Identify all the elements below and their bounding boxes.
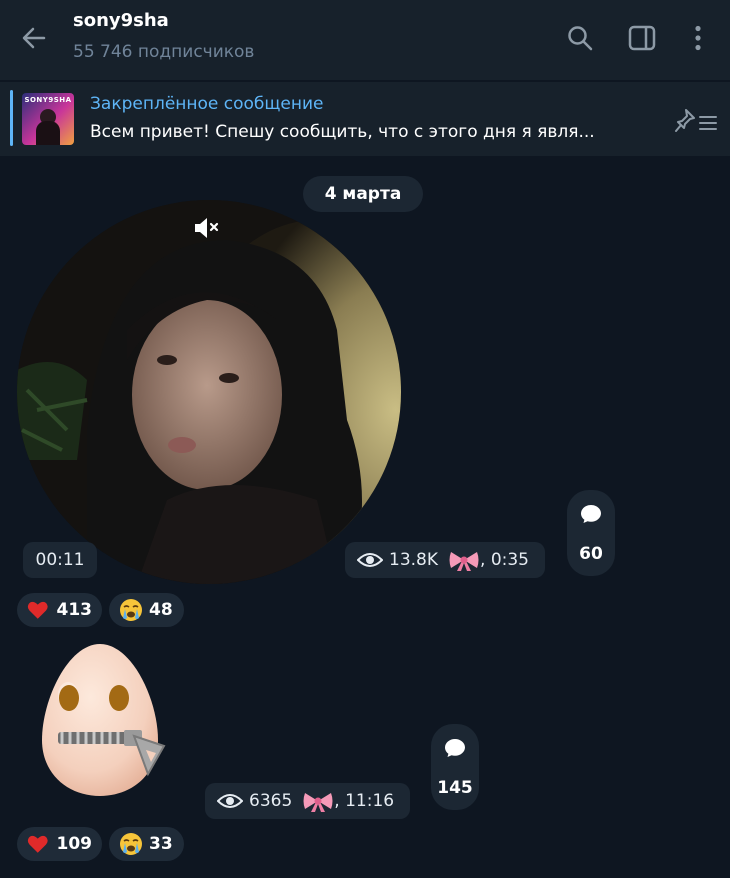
video-note-preview: [17, 200, 401, 584]
views-count: 13.8K: [389, 550, 438, 570]
reaction-crying[interactable]: 48: [109, 593, 184, 627]
more-menu-icon[interactable]: [684, 24, 712, 52]
ribbon-bow-icon: [449, 552, 479, 571]
crying-face-icon: [120, 599, 142, 621]
subscriber-count: 55 746 подписчиков: [73, 42, 255, 62]
date-separator: 4 марта: [303, 176, 423, 212]
views-eye-icon: [357, 553, 383, 567]
duration-label: 00:11: [35, 550, 85, 570]
crying-face-icon: [120, 833, 142, 855]
reaction-heart[interactable]: 109: [17, 827, 102, 861]
comment-bubble-icon: [581, 505, 601, 523]
chat-header: sony9sha 55 746 подписчиков: [0, 0, 730, 80]
reaction-heart[interactable]: 413: [17, 593, 102, 627]
zipper-mouth-egg-sticker[interactable]: [30, 640, 170, 800]
pinned-indicator: [10, 90, 13, 146]
back-arrow-icon[interactable]: [20, 24, 48, 52]
message-meta: 6365 , 11:16: [205, 783, 410, 819]
pin-list-icon[interactable]: [674, 106, 718, 134]
sidebar-toggle-icon[interactable]: [628, 24, 656, 52]
comments-button[interactable]: 60: [567, 490, 615, 576]
video-duration-badge: 00:11: [23, 542, 97, 578]
reaction-crying[interactable]: 33: [109, 827, 184, 861]
comment-bubble-icon: [445, 739, 465, 757]
heart-icon: [27, 835, 48, 853]
reaction-count: 109: [56, 834, 93, 854]
reaction-count: 33: [149, 834, 173, 854]
reaction-count: 413: [56, 600, 93, 620]
heart-icon: [27, 601, 48, 619]
ribbon-bow-icon: [303, 793, 333, 812]
video-note[interactable]: [17, 200, 401, 584]
comments-button[interactable]: 145: [431, 724, 479, 810]
pinned-title: Закреплённое сообщение: [90, 94, 324, 114]
message-time: 11:16: [345, 791, 395, 811]
pinned-thumbnail: SONY9SHA: [22, 93, 74, 145]
reaction-count: 48: [149, 600, 173, 620]
views-eye-icon: [217, 794, 243, 808]
comments-count: 145: [437, 778, 473, 798]
views-count: 6365: [249, 791, 293, 811]
pinned-text: Всем привет! Спешу сообщить, что с этого…: [90, 122, 595, 142]
comments-count: 60: [579, 544, 603, 564]
channel-title[interactable]: sony9sha: [73, 10, 169, 31]
search-icon[interactable]: [566, 24, 594, 52]
message-time: 0:35: [490, 550, 529, 570]
mute-icon[interactable]: [192, 215, 222, 241]
pinned-message-bar[interactable]: SONY9SHA Закреплённое сообщение Всем при…: [0, 82, 730, 156]
message-meta: 13.8K , 0:35: [345, 542, 545, 578]
